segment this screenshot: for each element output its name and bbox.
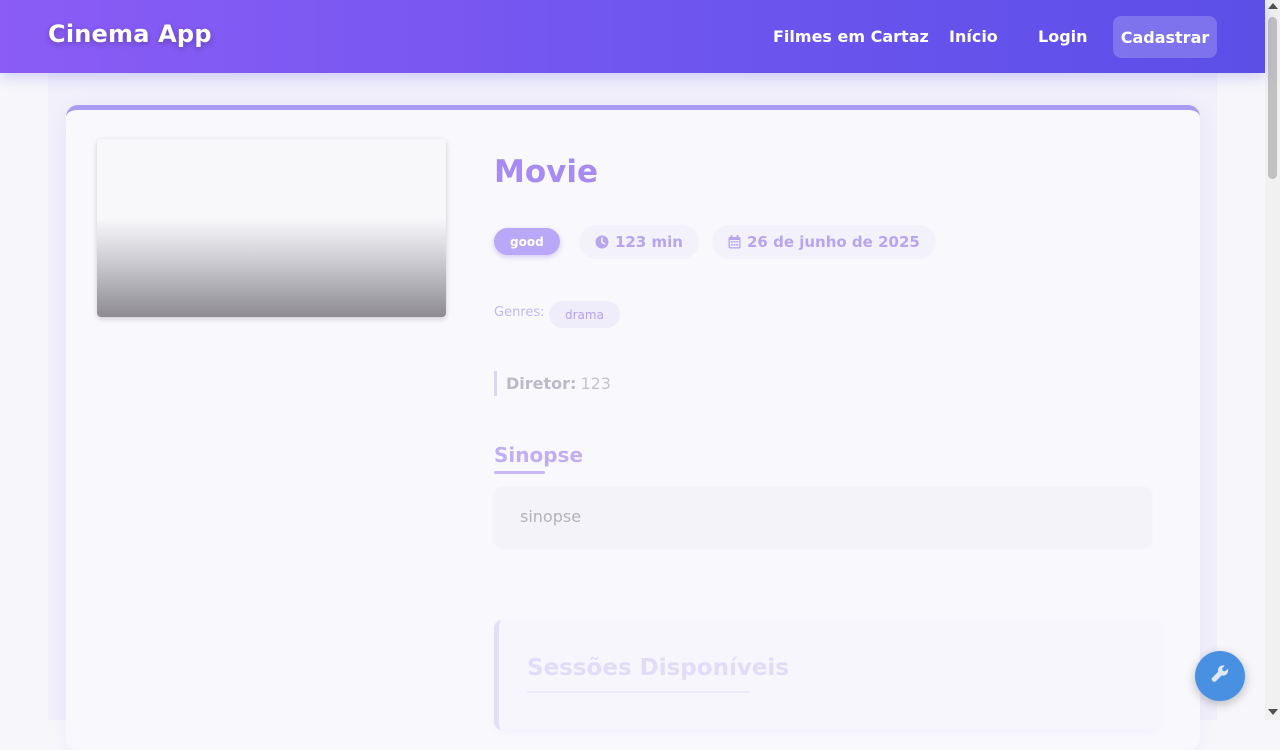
brand-logo[interactable]: Cinema App <box>48 20 212 48</box>
nav-link-filmes-em-cartaz[interactable]: Filmes em Cartaz <box>773 27 929 46</box>
synopsis-box: sinopse <box>494 487 1152 547</box>
sessions-heading-underline <box>527 691 749 693</box>
wrench-icon <box>1209 663 1231 689</box>
genres-label: Genres: <box>494 305 545 320</box>
synopsis-heading-underline <box>494 471 545 474</box>
rating-badge: good <box>494 228 560 255</box>
movie-poster <box>97 139 446 317</box>
page-scrollbar[interactable] <box>1265 0 1280 720</box>
signup-button[interactable]: Cadastrar <box>1113 16 1217 58</box>
release-date-text: 26 de junho de 2025 <box>747 233 920 251</box>
scroll-thumb[interactable] <box>1268 17 1277 179</box>
duration-text: 123 min <box>615 233 683 251</box>
clock-icon <box>595 235 609 249</box>
nav-link-inicio[interactable]: Início <box>949 27 998 46</box>
scroll-up-arrow-icon[interactable] <box>1268 3 1278 9</box>
sessions-heading: Sessões Disponíveis <box>527 655 789 681</box>
top-navbar: Cinema App Filmes em Cartaz Início Login… <box>0 0 1265 73</box>
duration-pill: 123 min <box>579 225 699 259</box>
director-value: 123 <box>580 374 611 393</box>
nav-link-login[interactable]: Login <box>1038 27 1088 46</box>
scroll-down-arrow-icon[interactable] <box>1268 709 1278 715</box>
sessions-section: Sessões Disponíveis <box>494 620 1161 730</box>
synopsis-text: sinopse <box>520 507 582 526</box>
director-label: Diretor: <box>506 374 577 393</box>
dev-tools-button[interactable] <box>1195 651 1245 701</box>
calendar-icon <box>728 235 741 249</box>
release-date-pill: 26 de junho de 2025 <box>712 225 936 259</box>
director-info: Diretor: 123 <box>494 371 611 396</box>
genre-tag: drama <box>549 301 620 328</box>
movie-title: Movie <box>494 154 599 190</box>
synopsis-heading: Sinopse <box>494 443 584 467</box>
